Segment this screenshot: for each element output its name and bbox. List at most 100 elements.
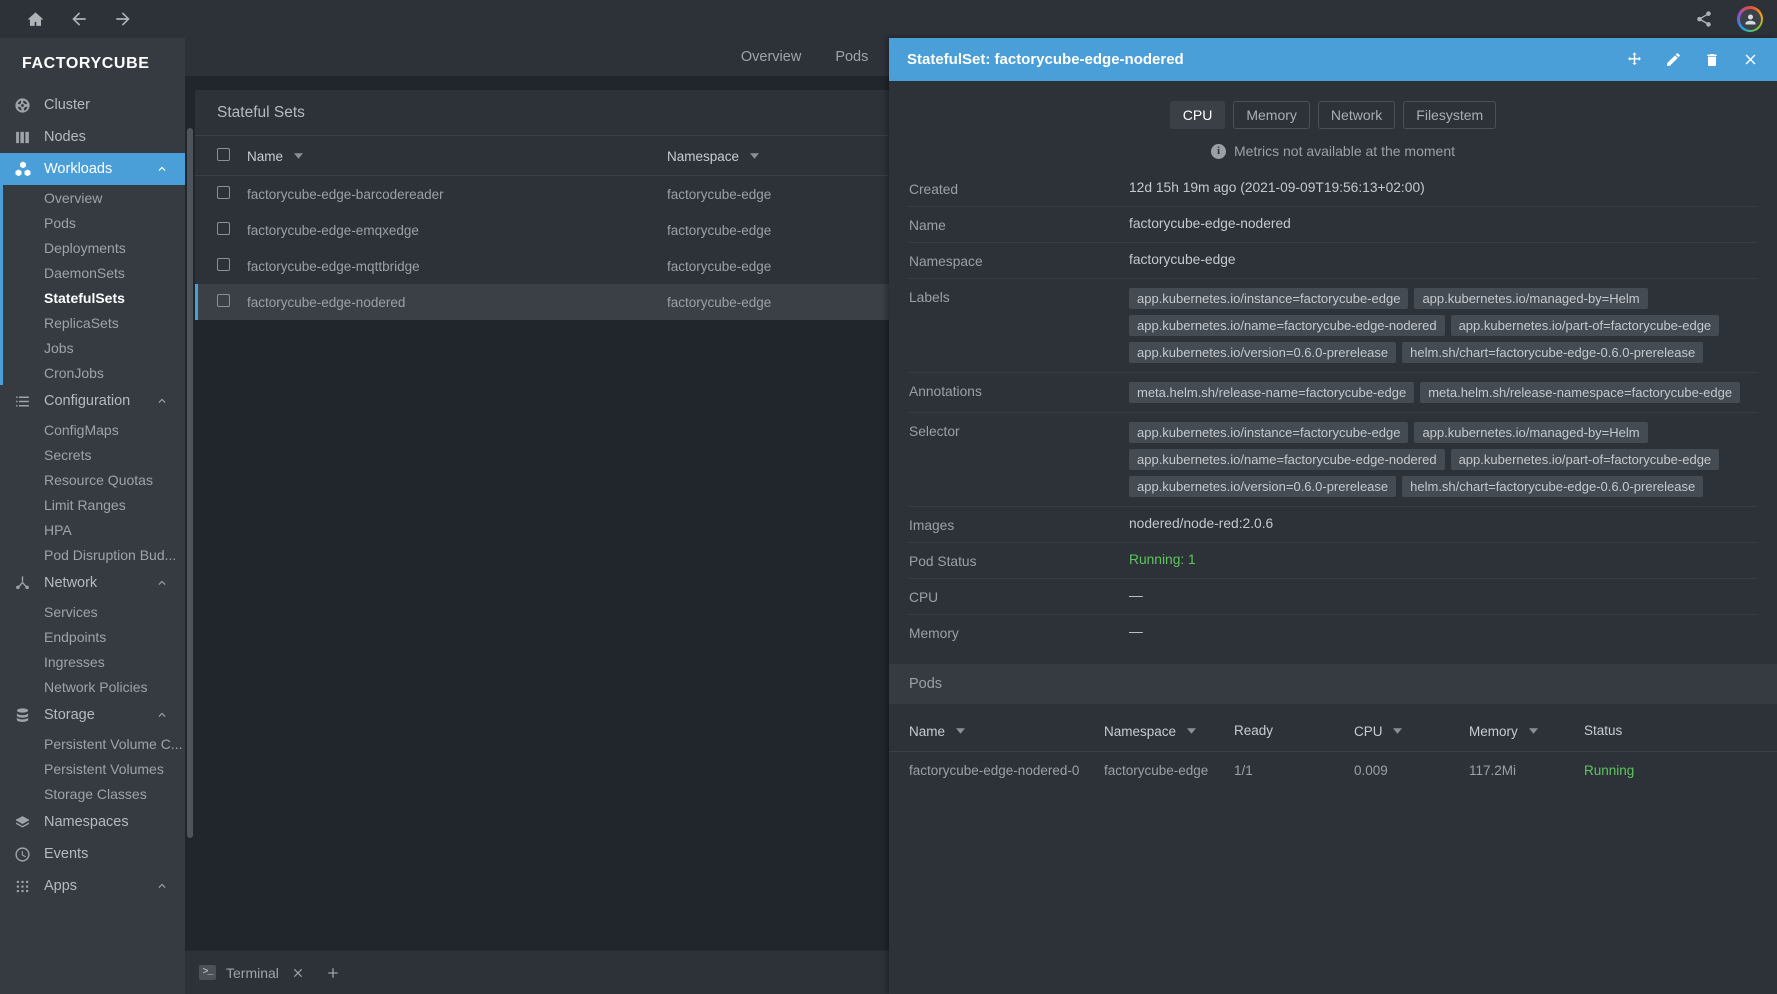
- row-checkbox[interactable]: [217, 222, 230, 235]
- sidebar-item-cronjobs[interactable]: CronJobs: [0, 360, 185, 385]
- detail-row-selector: Selector app.kubernetes.io/instance=fact…: [909, 412, 1757, 506]
- sidebar-item-pod-disruption-budgets[interactable]: Pod Disruption Bud...: [0, 542, 185, 567]
- sidebar-item-label: Overview: [44, 190, 102, 206]
- sidebar-item-namespaces[interactable]: Namespaces: [0, 806, 185, 838]
- sort-caret-icon[interactable]: [750, 147, 759, 162]
- main-scrollbar[interactable]: [187, 128, 193, 838]
- label-chip: helm.sh/chart=factorycube-edge-0.6.0-pre…: [1402, 342, 1703, 363]
- move-icon[interactable]: [1626, 51, 1643, 68]
- sidebar-item-label: Storage: [44, 707, 95, 723]
- terminal-tab[interactable]: >_ Terminal: [199, 965, 279, 981]
- pods-table-row[interactable]: factorycube-edge-nodered-0 factorycube-e…: [889, 752, 1777, 790]
- back-arrow-icon[interactable]: [68, 8, 90, 30]
- sort-caret-icon[interactable]: [1393, 722, 1402, 737]
- panel-header: StatefulSet: factorycube-edge-nodered: [889, 38, 1777, 81]
- detail-row-memory: Memory —: [909, 614, 1757, 650]
- sidebar-item-hpa[interactable]: HPA: [0, 517, 185, 542]
- metric-tab-filesystem[interactable]: Filesystem: [1403, 101, 1496, 129]
- sidebar-item-deployments[interactable]: Deployments: [0, 235, 185, 260]
- terminal-label: Terminal: [226, 965, 279, 981]
- selector-chip: app.kubernetes.io/name=factorycube-edge-…: [1129, 449, 1445, 470]
- sidebar-item-configmaps[interactable]: ConfigMaps: [0, 417, 185, 442]
- sort-caret-icon[interactable]: [956, 722, 965, 737]
- detail-key: Labels: [909, 288, 1129, 305]
- close-icon[interactable]: [1742, 51, 1759, 68]
- sidebar-item-configuration[interactable]: Configuration: [0, 385, 185, 417]
- sidebar: FACTORYCUBE Cluster Nodes: [0, 38, 185, 994]
- sidebar-item-storage[interactable]: Storage: [0, 699, 185, 731]
- sidebar-item-overview[interactable]: Overview: [0, 185, 185, 210]
- chevron-up-icon[interactable]: [155, 576, 169, 590]
- pods-column-header-name[interactable]: Name: [889, 704, 1104, 752]
- sidebar-item-resource-quotas[interactable]: Resource Quotas: [0, 467, 185, 492]
- column-label: Status: [1584, 723, 1622, 738]
- sidebar-item-statefulsets[interactable]: StatefulSets: [0, 285, 185, 310]
- label-chip: app.kubernetes.io/name=factorycube-edge-…: [1129, 315, 1445, 336]
- sidebar-item-services[interactable]: Services: [0, 599, 185, 624]
- sidebar-item-secrets[interactable]: Secrets: [0, 442, 185, 467]
- tab-overview[interactable]: Overview: [741, 49, 801, 65]
- sidebar-item-daemonsets[interactable]: DaemonSets: [0, 260, 185, 285]
- select-all-header: [195, 136, 247, 176]
- pods-column-header-memory[interactable]: Memory: [1469, 704, 1584, 752]
- pods-column-header-status[interactable]: Status: [1584, 704, 1777, 752]
- storage-subitems: Persistent Volume C... Persistent Volume…: [0, 731, 185, 806]
- close-icon[interactable]: [291, 966, 305, 980]
- delete-trash-icon[interactable]: [1704, 52, 1720, 68]
- row-checkbox[interactable]: [217, 186, 230, 199]
- layers-icon: [14, 814, 44, 831]
- sidebar-item-label: DaemonSets: [44, 265, 125, 281]
- plus-icon[interactable]: [325, 965, 341, 981]
- detail-key: Pod Status: [909, 552, 1129, 569]
- sidebar-item-network[interactable]: Network: [0, 567, 185, 599]
- forward-arrow-icon[interactable]: [112, 8, 134, 30]
- edit-pencil-icon[interactable]: [1665, 51, 1682, 68]
- row-checkbox[interactable]: [217, 294, 230, 307]
- sort-caret-icon[interactable]: [1187, 722, 1196, 737]
- sidebar-item-pods[interactable]: Pods: [0, 210, 185, 235]
- sidebar-item-cluster[interactable]: Cluster: [0, 89, 185, 121]
- column-header-name[interactable]: Name: [247, 136, 667, 176]
- sidebar-item-limit-ranges[interactable]: Limit Ranges: [0, 492, 185, 517]
- detail-value: —: [1129, 588, 1757, 603]
- pods-column-header-cpu[interactable]: CPU: [1354, 704, 1469, 752]
- pods-cell-memory: 117.2Mi: [1469, 752, 1584, 790]
- panel-actions: [1626, 51, 1759, 68]
- sort-caret-icon[interactable]: [1529, 722, 1538, 737]
- sidebar-item-label: Persistent Volume C...: [44, 736, 183, 752]
- sidebar-item-events[interactable]: Events: [0, 838, 185, 870]
- sidebar-item-apps[interactable]: Apps: [0, 870, 185, 902]
- sidebar-item-label: HPA: [44, 522, 72, 538]
- sidebar-item-workloads[interactable]: Workloads: [0, 153, 185, 185]
- sidebar-item-storage-classes[interactable]: Storage Classes: [0, 781, 185, 806]
- chevron-up-icon[interactable]: [155, 394, 169, 408]
- metric-tab-cpu[interactable]: CPU: [1170, 101, 1226, 129]
- sidebar-item-ingresses[interactable]: Ingresses: [0, 649, 185, 674]
- tab-pods[interactable]: Pods: [835, 49, 868, 65]
- home-icon[interactable]: [24, 8, 46, 30]
- sidebar-item-jobs[interactable]: Jobs: [0, 335, 185, 360]
- pods-column-header-ready[interactable]: Ready: [1234, 704, 1354, 752]
- chevron-up-icon[interactable]: [155, 879, 169, 893]
- account-avatar-icon[interactable]: [1737, 6, 1763, 32]
- metrics-unavailable-note: i Metrics not available at the moment: [889, 129, 1777, 171]
- metric-tab-network[interactable]: Network: [1318, 101, 1395, 129]
- sidebar-item-persistent-volume-claims[interactable]: Persistent Volume C...: [0, 731, 185, 756]
- chevron-up-icon[interactable]: [155, 708, 169, 722]
- sidebar-item-nodes[interactable]: Nodes: [0, 121, 185, 153]
- chevron-up-icon[interactable]: [155, 162, 169, 176]
- sidebar-item-endpoints[interactable]: Endpoints: [0, 624, 185, 649]
- network-subitems: Services Endpoints Ingresses Network Pol…: [0, 599, 185, 699]
- sidebar-item-persistent-volumes[interactable]: Persistent Volumes: [0, 756, 185, 781]
- sort-caret-icon[interactable]: [294, 147, 303, 162]
- row-checkbox[interactable]: [217, 258, 230, 271]
- select-all-checkbox[interactable]: [217, 148, 230, 161]
- detail-value: 12d 15h 19m ago (2021-09-09T19:56:13+02:…: [1129, 180, 1757, 195]
- pods-column-header-namespace[interactable]: Namespace: [1104, 704, 1234, 752]
- sidebar-item-network-policies[interactable]: Network Policies: [0, 674, 185, 699]
- sidebar-item-replicasets[interactable]: ReplicaSets: [0, 310, 185, 335]
- column-label: Name: [247, 149, 283, 164]
- cell-name: factorycube-edge-mqttbridge: [247, 248, 667, 284]
- share-icon[interactable]: [1693, 8, 1715, 30]
- metric-tab-memory[interactable]: Memory: [1233, 101, 1310, 129]
